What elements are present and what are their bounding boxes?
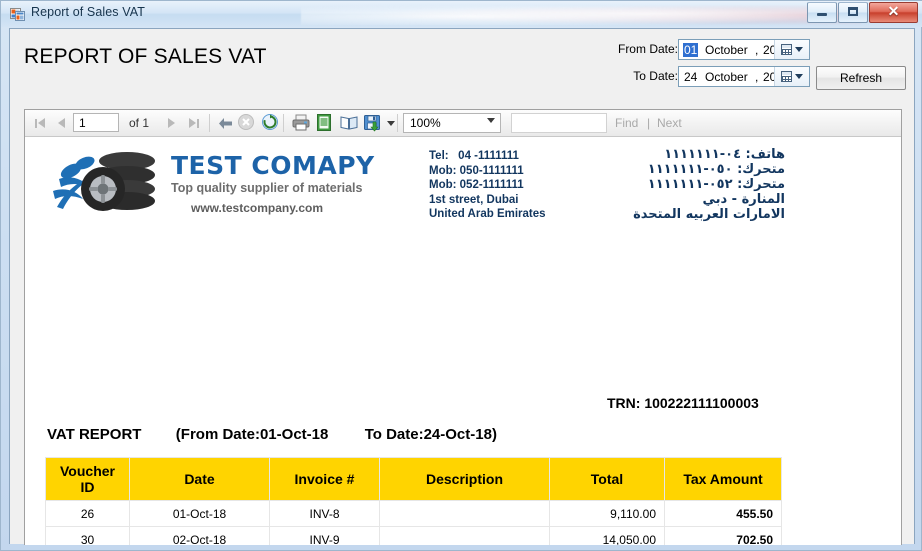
page-title: REPORT OF SALES VAT bbox=[24, 45, 267, 68]
vat-to-date: To Date:24-Oct-18) bbox=[364, 426, 497, 443]
window-controls: ✕ bbox=[807, 2, 918, 23]
find-divider: | bbox=[647, 116, 651, 130]
cell-total: 14,050.00 bbox=[549, 526, 665, 545]
contact-details-english: Tel: 04 -1111111 Mob: 050-1111111 Mob: 0… bbox=[429, 150, 546, 220]
trn-number: TRN: 100222111100003 bbox=[607, 395, 759, 411]
tires-logo-icon bbox=[53, 152, 155, 211]
page-count-label: of 1 bbox=[129, 116, 150, 130]
logo-company-name: TEST COMAPY bbox=[171, 151, 375, 180]
title-bar: Report of Sales VAT ✕ bbox=[1, 1, 922, 27]
vat-report-heading: VAT REPORT (From Date:01-Oct-18 To Date:… bbox=[47, 426, 497, 443]
next-page-icon[interactable] bbox=[163, 110, 180, 136]
calendar-icon bbox=[781, 44, 792, 55]
search-input[interactable] bbox=[511, 113, 607, 133]
calendar-icon bbox=[781, 71, 792, 82]
table-header-row: Voucher ID Date Invoice # Description To… bbox=[45, 457, 782, 501]
to-date-label: To Date: bbox=[633, 69, 678, 83]
cell-tax: 702.50 bbox=[664, 526, 782, 545]
column-header-invoice: Invoice # bbox=[269, 457, 380, 501]
cell-description bbox=[379, 526, 550, 545]
to-date-day[interactable]: 24 bbox=[684, 70, 697, 84]
from-date-row: From Date: 01 October , 2018 bbox=[586, 39, 906, 61]
contact-details-arabic: هاتف: ٠٤-١١١١١١١ متحرك: ٠٥٠-١١١١١١١ متحر… bbox=[633, 147, 785, 222]
from-date-picker[interactable]: 01 October , 2018 bbox=[678, 39, 810, 60]
export-icon[interactable] bbox=[363, 113, 395, 134]
chevron-down-icon[interactable] bbox=[387, 121, 395, 126]
column-header-voucher-id: Voucher ID bbox=[45, 457, 130, 501]
chevron-down-icon bbox=[795, 74, 803, 79]
company-logo: TEST COMAPY Top quality supplier of mate… bbox=[49, 145, 399, 221]
toolbar-divider bbox=[397, 114, 398, 132]
table-row: 30 02-Oct-18 INV-9 14,050.00 702.50 bbox=[45, 526, 782, 545]
vat-report-label: VAT REPORT bbox=[47, 426, 142, 443]
cell-tax: 455.50 bbox=[664, 500, 782, 527]
from-date-month[interactable]: October bbox=[705, 43, 748, 57]
window-title: Report of Sales VAT bbox=[31, 5, 145, 19]
logo-tagline: Top quality supplier of materials bbox=[171, 181, 363, 195]
to-date-picker[interactable]: 24 October , 2018 bbox=[678, 66, 810, 87]
report-viewer: 1 of 1 100% Find | Next TEST COMAPY Top … bbox=[24, 109, 902, 545]
find-next-link[interactable]: Next bbox=[657, 116, 682, 130]
column-header-description: Description bbox=[379, 457, 550, 501]
chevron-down-icon bbox=[795, 47, 803, 52]
from-date-dropdown-button[interactable] bbox=[774, 40, 809, 59]
refresh-button[interactable]: Refresh bbox=[816, 66, 906, 90]
restore-button[interactable] bbox=[838, 2, 868, 23]
last-page-icon[interactable] bbox=[185, 110, 202, 136]
column-header-date: Date bbox=[129, 457, 270, 501]
cell-description bbox=[379, 500, 550, 527]
logo-website: www.testcompany.com bbox=[191, 201, 324, 215]
to-date-dropdown-button[interactable] bbox=[774, 67, 809, 86]
cell-invoice: INV-9 bbox=[269, 526, 380, 545]
refresh-icon[interactable] bbox=[261, 113, 283, 134]
first-page-icon[interactable] bbox=[31, 110, 48, 136]
to-date-month[interactable]: October bbox=[705, 70, 748, 84]
page-setup-icon[interactable] bbox=[339, 113, 361, 134]
stop-icon[interactable] bbox=[237, 113, 259, 134]
column-header-tax-amount: Tax Amount bbox=[664, 457, 782, 501]
client-area: REPORT OF SALES VAT From Date: 01 Octobe… bbox=[9, 28, 915, 545]
print-icon[interactable] bbox=[291, 113, 313, 134]
chevron-down-icon[interactable] bbox=[487, 118, 495, 123]
vat-report-table: Voucher ID Date Invoice # Description To… bbox=[45, 457, 782, 545]
find-link[interactable]: Find bbox=[615, 116, 638, 130]
cell-date: 02-Oct-18 bbox=[129, 526, 270, 545]
aero-glow bbox=[301, 3, 861, 25]
cell-voucher-id: 30 bbox=[45, 526, 130, 545]
from-date-separator: , bbox=[755, 43, 759, 57]
toolbar-divider bbox=[283, 114, 284, 132]
date-filter-panel: From Date: 01 October , 2018 To Date: 24… bbox=[586, 35, 906, 91]
table-body: 26 01-Oct-18 INV-8 9,110.00 455.50 30 02… bbox=[45, 500, 782, 545]
page-number-input[interactable]: 1 bbox=[73, 113, 119, 132]
cell-date: 01-Oct-18 bbox=[129, 500, 270, 527]
cell-voucher-id: 26 bbox=[45, 500, 130, 527]
report-page: TEST COMAPY Top quality supplier of mate… bbox=[25, 137, 901, 545]
cell-total: 9,110.00 bbox=[549, 500, 665, 527]
zoom-select[interactable]: 100% bbox=[403, 113, 501, 133]
minimize-button[interactable] bbox=[807, 2, 837, 23]
from-date-label: From Date: bbox=[617, 42, 678, 56]
toolbar-divider bbox=[209, 114, 210, 132]
vat-from-date: (From Date:01-Oct-18 bbox=[175, 426, 329, 443]
cell-invoice: INV-8 bbox=[269, 500, 380, 527]
application-form-icon bbox=[10, 8, 25, 21]
previous-page-icon[interactable] bbox=[53, 110, 70, 136]
back-icon[interactable] bbox=[217, 110, 234, 136]
table-row: 26 01-Oct-18 INV-8 9,110.00 455.50 bbox=[45, 500, 782, 527]
close-button[interactable]: ✕ bbox=[869, 2, 918, 23]
from-date-day[interactable]: 01 bbox=[683, 43, 699, 57]
report-viewer-toolbar: 1 of 1 100% Find | Next bbox=[25, 110, 901, 137]
print-layout-icon[interactable] bbox=[315, 113, 337, 134]
close-icon: ✕ bbox=[887, 5, 900, 20]
to-date-row: To Date: 24 October , 2018 Refresh bbox=[586, 66, 906, 90]
to-date-separator: , bbox=[755, 70, 759, 84]
application-window: Report of Sales VAT ✕ REPORT OF SALES VA… bbox=[0, 0, 922, 551]
column-header-total: Total bbox=[549, 457, 665, 501]
